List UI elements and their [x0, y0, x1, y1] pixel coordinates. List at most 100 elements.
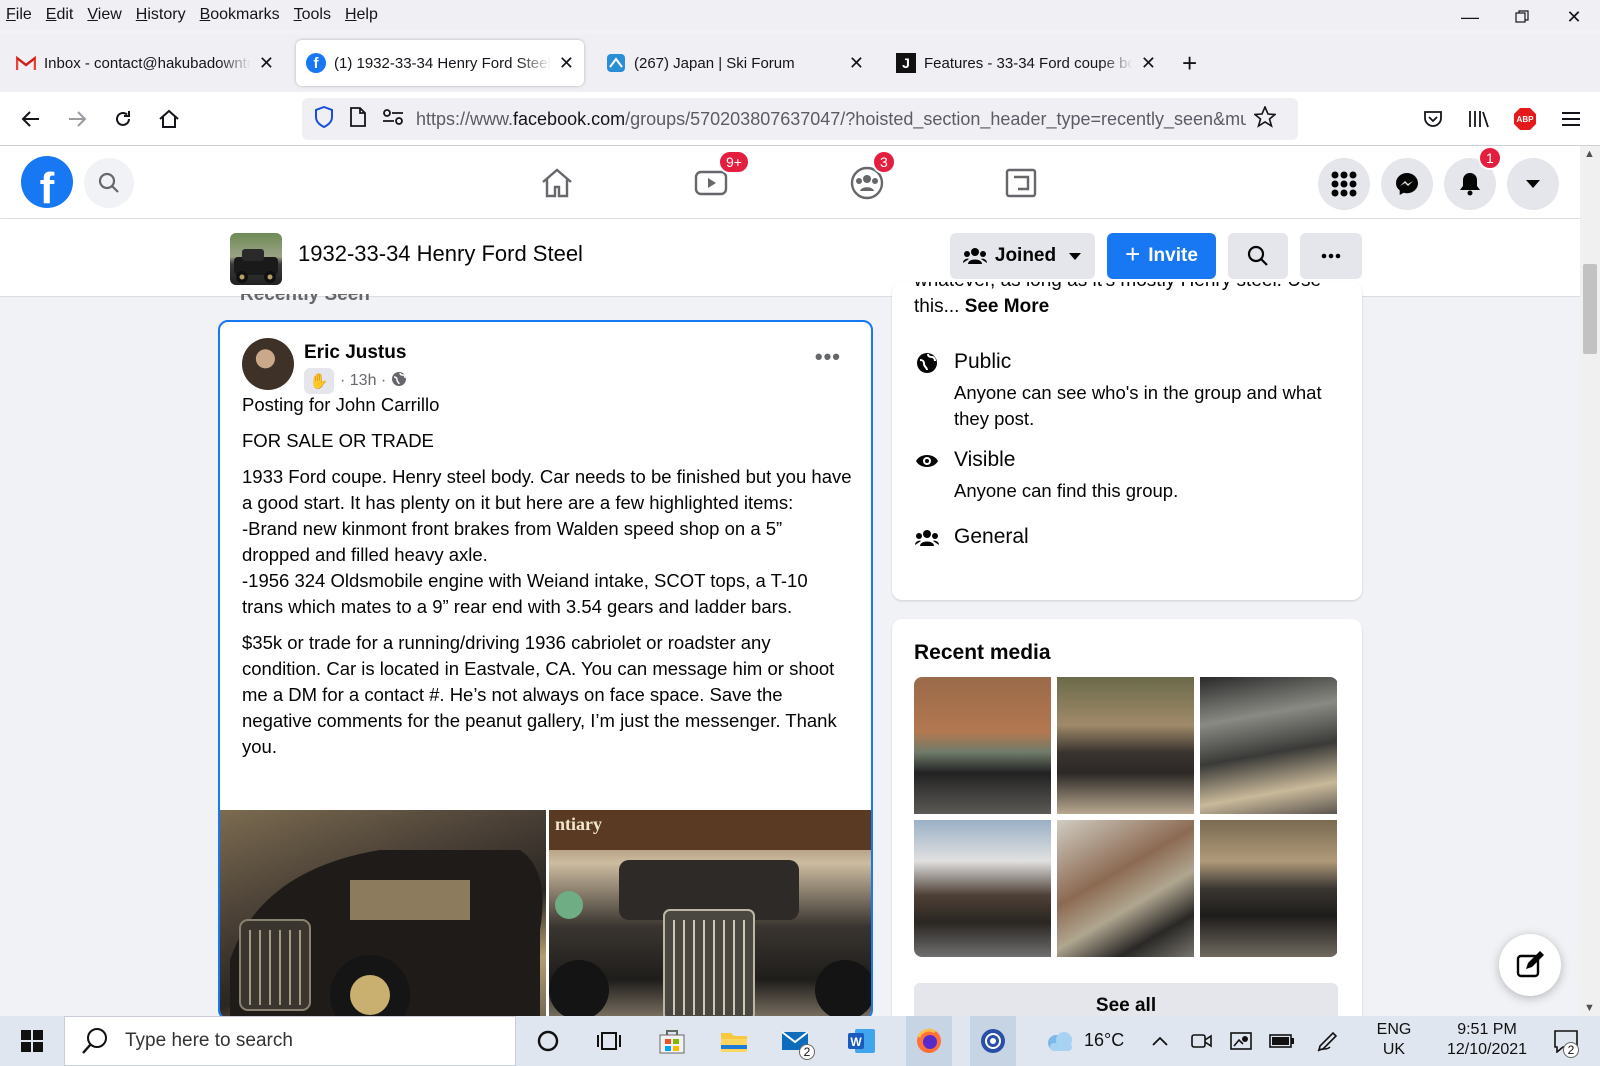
media-thumbnail[interactable] [1200, 820, 1337, 957]
scroll-down-icon[interactable]: ▼ [1584, 1002, 1595, 1014]
eye-icon [914, 448, 940, 474]
forward-icon[interactable] [62, 104, 92, 134]
close-tab-icon[interactable]: ✕ [1141, 53, 1156, 74]
media-thumbnail[interactable] [914, 677, 1051, 814]
word-icon[interactable]: W [846, 1025, 878, 1057]
search-icon [82, 1028, 107, 1054]
pocket-icon[interactable] [1418, 104, 1448, 134]
media-thumbnail[interactable] [1057, 677, 1194, 814]
taskbar-clock[interactable]: 9:51 PM 12/10/2021 [1432, 1020, 1542, 1060]
battery-icon[interactable] [1266, 1025, 1298, 1057]
home-icon[interactable] [154, 104, 184, 134]
post-photo[interactable]: ntiary [549, 810, 871, 1018]
pen-workspace-icon[interactable] [1312, 1025, 1344, 1057]
new-tab-icon[interactable]: + [1182, 48, 1197, 79]
invite-label: Invite [1148, 245, 1198, 266]
chevron-down-icon [1069, 252, 1082, 260]
media-thumbnail[interactable] [1057, 820, 1194, 957]
close-tab-icon[interactable]: ✕ [259, 53, 274, 74]
windows-start-icon[interactable] [16, 1025, 48, 1057]
restore-icon[interactable] [1496, 0, 1548, 34]
svg-text:W: W [850, 1035, 862, 1049]
page-scrollbar[interactable]: ▲ ▼ [1580, 146, 1600, 1016]
minimize-icon[interactable]: — [1444, 0, 1496, 34]
new-message-button[interactable] [1499, 934, 1561, 996]
post-photo[interactable] [220, 810, 546, 1018]
globe-icon [391, 371, 407, 392]
url-bar[interactable]: https://www.facebook.com/groups/57020380… [302, 98, 1298, 140]
clock-date: 12/10/2021 [1446, 1041, 1528, 1058]
adblock-icon[interactable]: ABP [1510, 104, 1540, 134]
language-indicator[interactable]: ENG UK [1372, 1020, 1416, 1060]
post-time[interactable]: 13h [350, 372, 377, 390]
fb-home-icon[interactable] [534, 160, 580, 206]
firefox-icon[interactable] [906, 1016, 952, 1066]
tracking-shield-icon[interactable] [314, 105, 334, 133]
fb-search-icon[interactable] [84, 158, 134, 208]
group-search-button[interactable] [1228, 233, 1288, 279]
close-window-icon[interactable]: ✕ [1548, 0, 1600, 34]
group-more-button[interactable] [1300, 233, 1362, 279]
screen-recorder-icon[interactable] [970, 1016, 1016, 1066]
scroll-up-icon[interactable]: ▲ [1584, 148, 1595, 160]
weather-temperature[interactable]: 16°C [1084, 1030, 1124, 1050]
tab-jalopy[interactable]: J Features - 33-34 Ford coupe body ✕ [886, 40, 1166, 86]
reload-icon[interactable] [108, 104, 138, 134]
tab-ski-forum[interactable]: (267) Japan | Ski Forum ✕ [596, 40, 874, 86]
menu-edit[interactable]: Edit [46, 6, 74, 24]
account-dropdown-icon[interactable] [1507, 158, 1559, 210]
group-cover-thumbnail[interactable] [230, 233, 282, 285]
back-icon[interactable] [16, 104, 46, 134]
tab-title: (1) 1932-33-34 Henry Ford Steel [334, 54, 551, 72]
fb-gaming-icon[interactable] [998, 160, 1044, 206]
close-tab-icon[interactable]: ✕ [849, 53, 864, 74]
media-thumbnail[interactable] [1200, 677, 1337, 814]
media-thumbnail[interactable] [914, 820, 1051, 957]
cortana-icon[interactable] [532, 1025, 564, 1057]
invite-button[interactable]: + Invite [1107, 233, 1216, 279]
menu-file[interactable]: File [6, 6, 32, 24]
menu-help[interactable]: Help [345, 6, 378, 24]
bookmark-star-icon[interactable] [1252, 104, 1278, 133]
language-code: ENG [1376, 1021, 1412, 1038]
menu-bookmarks[interactable]: Bookmarks [200, 6, 280, 24]
tab-gmail[interactable]: Inbox - contact@hakubadowntown.com ✕ [6, 40, 284, 86]
post-author[interactable]: Eric Justus [304, 342, 406, 364]
navigation-bar: https://www.facebook.com/groups/57020380… [0, 92, 1600, 146]
post-options-icon[interactable]: ••• [815, 344, 841, 370]
group-title[interactable]: 1932-33-34 Henry Ford Steel [298, 241, 583, 267]
taskbar-search[interactable]: Type here to search [64, 1016, 516, 1066]
tray-app-icon[interactable] [1226, 1025, 1258, 1057]
see-more-link[interactable]: See More [965, 296, 1049, 317]
author-avatar[interactable] [242, 338, 294, 390]
facebook-logo-icon[interactable]: f [21, 156, 73, 208]
store-icon[interactable] [656, 1025, 688, 1057]
permissions-icon[interactable] [382, 108, 404, 130]
close-tab-icon[interactable]: ✕ [559, 53, 574, 74]
task-view-icon[interactable] [594, 1025, 626, 1057]
tab-facebook[interactable]: f (1) 1932-33-34 Henry Ford Steel ✕ [296, 40, 584, 86]
post-body: Posting for John Carrillo FOR SALE OR TR… [242, 392, 852, 770]
tab-bar: Inbox - contact@hakubadowntown.com ✕ f (… [0, 34, 1600, 92]
menu-history[interactable]: History [136, 6, 186, 24]
library-icon[interactable] [1464, 104, 1494, 134]
gmail-icon [16, 53, 36, 73]
fb-menu-icon[interactable] [1318, 158, 1370, 210]
scroll-thumb[interactable] [1583, 264, 1597, 354]
clock-time: 9:51 PM [1457, 1021, 1517, 1038]
tab-title: Inbox - contact@hakubadowntown.com [44, 54, 251, 72]
tray-chevron-up-icon[interactable] [1144, 1025, 1176, 1057]
weather-cloud-icon[interactable] [1044, 1025, 1076, 1057]
plus-icon: + [1125, 239, 1141, 269]
app-menu-icon[interactable] [1556, 104, 1586, 134]
watch-badge: 9+ [718, 150, 750, 174]
page-icon[interactable] [350, 106, 366, 132]
menu-tools[interactable]: Tools [294, 6, 331, 24]
waving-hand-icon[interactable]: ✋ [304, 368, 334, 394]
notifications-badge: 1 [1478, 146, 1502, 170]
file-explorer-icon[interactable] [718, 1025, 750, 1057]
joined-button[interactable]: Joined [950, 233, 1095, 279]
meet-now-icon[interactable] [1186, 1025, 1218, 1057]
messenger-icon[interactable] [1381, 158, 1433, 210]
menu-view[interactable]: View [87, 6, 121, 24]
